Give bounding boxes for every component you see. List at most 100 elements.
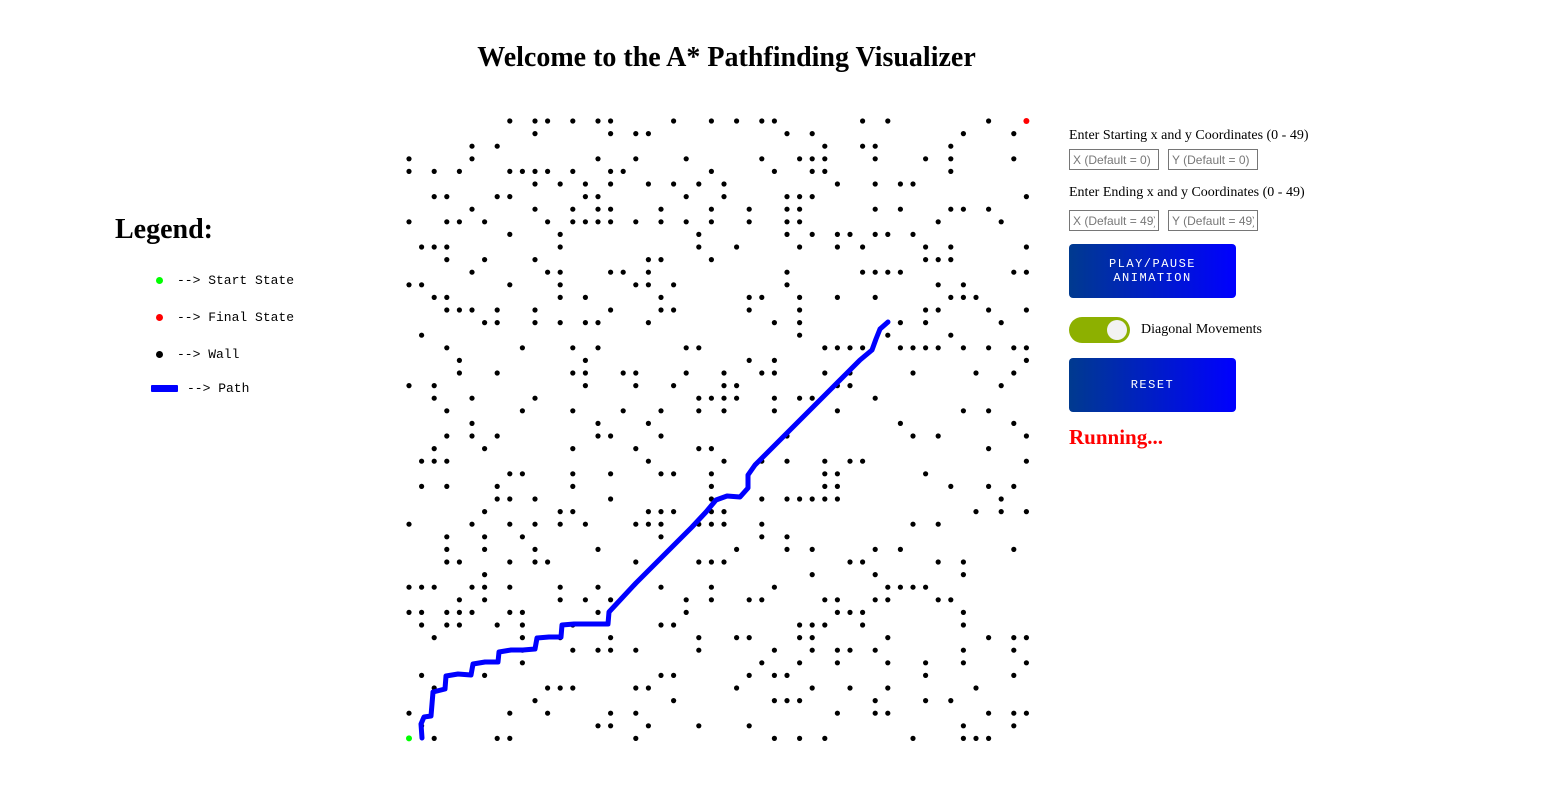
wall-dot	[696, 647, 702, 653]
wall-dot	[582, 219, 588, 225]
wall-dot	[570, 685, 576, 691]
wall-dot	[960, 408, 967, 414]
wall-dot	[746, 307, 752, 313]
wall-dot	[582, 521, 588, 527]
wall-dot	[519, 408, 525, 414]
wall-dot	[708, 483, 714, 489]
start-y-input[interactable]	[1168, 149, 1258, 170]
wall-dot	[633, 156, 639, 162]
wall-dot	[708, 168, 714, 174]
wall-dot	[960, 647, 967, 653]
wall-dot	[834, 181, 840, 187]
wall-dot	[797, 496, 803, 502]
wall-dot	[507, 231, 513, 237]
wall-dot	[872, 206, 878, 212]
wall-dot	[771, 735, 777, 742]
wall-dot	[545, 168, 551, 174]
wall-dot	[671, 672, 677, 679]
wall-dot	[557, 181, 563, 187]
wall-dot	[419, 609, 425, 615]
wall-dot	[1011, 710, 1017, 716]
wall-dot	[469, 156, 475, 162]
wall-dot	[935, 345, 941, 351]
wall-dot	[482, 534, 488, 540]
wall-dot	[708, 118, 714, 124]
wall-dot	[557, 685, 563, 691]
wall-dot	[671, 698, 677, 704]
wall-dot	[645, 320, 651, 326]
wall-dot	[431, 383, 437, 389]
wall-dot	[923, 672, 929, 679]
wall-dot	[872, 647, 878, 653]
wall-dot	[771, 584, 777, 590]
wall-dot	[431, 635, 437, 641]
wall-dot	[1023, 509, 1029, 515]
wall-dot	[734, 118, 740, 124]
wall-dot	[608, 118, 614, 124]
wall-dot	[1023, 269, 1029, 275]
wall-dot	[809, 395, 815, 401]
start-x-input[interactable]	[1069, 149, 1159, 170]
wall-dot	[935, 559, 941, 565]
wall-dot	[519, 660, 525, 666]
wall-dot	[935, 307, 941, 313]
diagonal-toggle-row: Diagonal Movements	[1069, 317, 1369, 343]
wall-dot	[419, 483, 425, 489]
wall-dot	[519, 622, 525, 628]
wall-dot	[683, 609, 689, 615]
wall-dot	[746, 219, 752, 225]
wall-dot	[444, 559, 450, 565]
wall-dot	[822, 370, 828, 376]
wall-dot	[658, 672, 664, 679]
wall-dot	[809, 647, 815, 653]
wall-dot	[482, 446, 488, 452]
wall-dot	[822, 168, 828, 174]
reset-button[interactable]: RESET	[1069, 358, 1236, 412]
play-pause-button[interactable]: PLAY/PAUSE ANIMATION	[1069, 244, 1236, 298]
wall-dot	[431, 446, 437, 452]
wall-dot	[708, 257, 714, 263]
wall-dot	[1023, 635, 1029, 641]
wall-dot	[1023, 345, 1029, 351]
wall-dot	[519, 168, 525, 174]
wall-dot	[645, 521, 651, 527]
wall-dot	[582, 597, 588, 603]
wall-dot	[519, 471, 525, 477]
wall-dot	[469, 609, 475, 615]
end-x-input[interactable]	[1069, 210, 1159, 231]
wall-dot	[683, 597, 689, 603]
wall-dot	[633, 735, 639, 742]
wall-dot	[444, 294, 450, 300]
wall-dot	[860, 559, 866, 565]
wall-dot	[897, 420, 903, 426]
pathfinding-grid[interactable]	[400, 112, 1040, 752]
wall-dot	[809, 194, 815, 200]
wall-dot	[608, 307, 614, 313]
diagonal-toggle[interactable]	[1069, 317, 1130, 343]
wall-dot	[469, 521, 475, 527]
wall-dot	[746, 635, 752, 641]
wall-dot	[860, 458, 866, 464]
end-y-input[interactable]	[1168, 210, 1258, 231]
wall-dot	[683, 345, 689, 351]
wall-dot	[696, 244, 702, 250]
legend-item-label: --> Path	[187, 380, 250, 396]
wall-dot	[998, 509, 1004, 515]
wall-dot	[645, 181, 651, 187]
wall-dot	[986, 206, 992, 212]
wall-dot	[708, 559, 714, 565]
wall-dot	[633, 559, 639, 565]
wall-dot	[784, 496, 790, 502]
wall-dot	[948, 332, 954, 338]
wall-dot	[872, 231, 878, 237]
wall-dot	[633, 446, 639, 452]
wall-dot	[582, 357, 588, 363]
wall-dot	[608, 710, 614, 716]
wall-dot	[444, 433, 450, 439]
wall-dot	[557, 294, 563, 300]
wall-dot	[532, 559, 538, 565]
wall-dot	[809, 635, 815, 641]
wall-dot	[469, 433, 475, 439]
wall-dot	[582, 320, 588, 326]
wall-dot	[494, 370, 500, 376]
